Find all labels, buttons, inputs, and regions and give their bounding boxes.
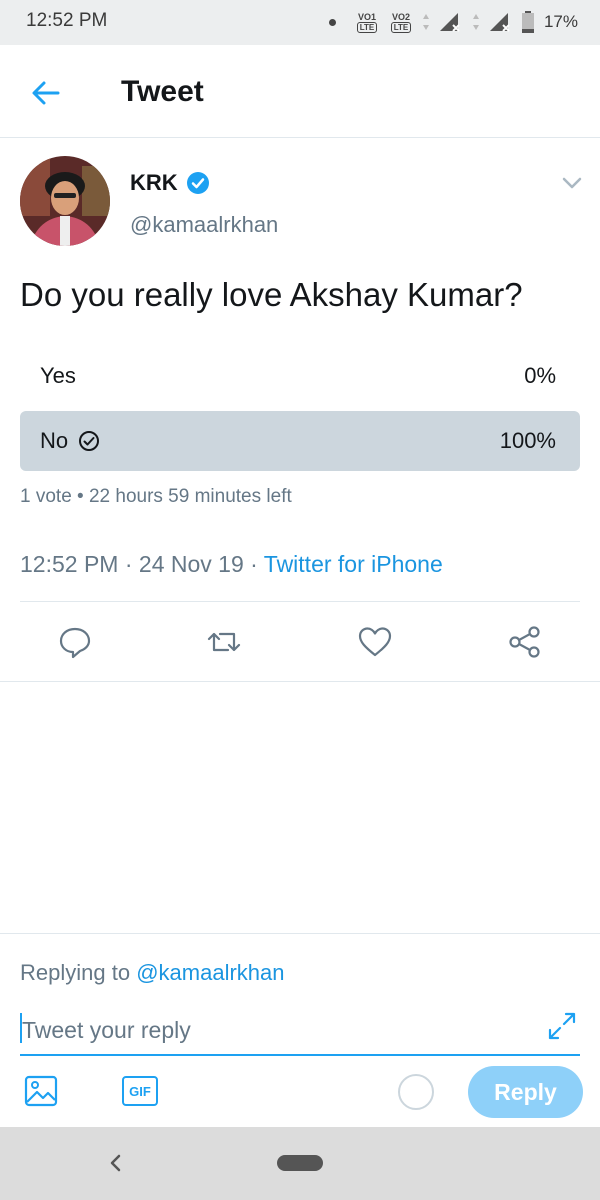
data-arrows-2-icon (472, 14, 479, 30)
status-time: 12:52 PM (26, 10, 108, 31)
signal-1-icon (439, 13, 460, 32)
poll-option-label: No (40, 428, 100, 454)
poll-option-percent: 100% (499, 428, 556, 453)
back-arrow-icon[interactable] (28, 75, 64, 111)
avatar-image (20, 156, 110, 246)
tweet-text: Do you really love Akshay Kumar? (20, 276, 523, 313)
tweet-source-link[interactable]: Twitter for iPhone (264, 551, 443, 577)
tweet-timestamp: 12:52 PM · 24 Nov 19 · Twitter for iPhon… (20, 551, 443, 577)
notification-dot-icon (328, 18, 336, 26)
status-icons: VO1 LTE VO2 LTE 17% (328, 8, 578, 36)
share-icon[interactable] (507, 624, 543, 660)
author-row: KRK (130, 170, 210, 196)
expand-icon[interactable] (546, 1010, 578, 1042)
system-nav-bar (0, 1127, 600, 1200)
verified-badge-icon (186, 172, 209, 194)
avatar[interactable] (20, 156, 110, 246)
chevron-down-icon[interactable] (560, 175, 584, 191)
nav-home-pill[interactable] (277, 1155, 323, 1171)
page-title: Tweet (121, 75, 204, 108)
reply-button[interactable]: Reply (468, 1066, 583, 1118)
text-cursor (20, 1013, 22, 1043)
poll-option-label: Yes (40, 363, 76, 388)
poll-option-yes: Yes 0% (20, 346, 580, 406)
reply-input[interactable] (20, 1006, 580, 1056)
status-bar: 12:52 PM VO1 LTE VO2 LTE 17% (0, 0, 600, 45)
like-heart-icon[interactable] (357, 624, 393, 660)
nav-back-icon[interactable] (104, 1151, 128, 1175)
retweet-icon[interactable] (206, 624, 242, 660)
header: Tweet (0, 45, 600, 138)
author-handle[interactable]: @kamaalrkhan (130, 212, 278, 238)
author-name[interactable]: KRK (130, 170, 178, 196)
character-count-ring (398, 1074, 434, 1110)
tweet-actions (0, 602, 600, 682)
poll-option-no: No 100% (20, 411, 580, 471)
poll-option-percent: 0% (524, 363, 556, 388)
battery-percent: 17% (543, 12, 578, 31)
battery-icon (521, 11, 534, 33)
check-circle-icon (79, 431, 100, 451)
reply-composer: Replying to @kamaalrkhan GIF Reply (0, 933, 600, 1127)
volte-1-icon: VO1 LTE (356, 11, 378, 33)
data-arrows-icon (422, 14, 429, 30)
signal-2-icon (489, 13, 510, 32)
poll-meta: 1 vote • 22 hours 59 minutes left (20, 486, 292, 507)
image-icon[interactable] (24, 1074, 58, 1108)
replying-to: Replying to @kamaalrkhan (20, 960, 285, 985)
volte-2-icon: VO2 LTE (390, 11, 412, 33)
gif-button[interactable]: GIF (122, 1076, 158, 1106)
reply-icon[interactable] (57, 624, 93, 660)
replying-to-handle[interactable]: @kamaalrkhan (136, 960, 284, 985)
